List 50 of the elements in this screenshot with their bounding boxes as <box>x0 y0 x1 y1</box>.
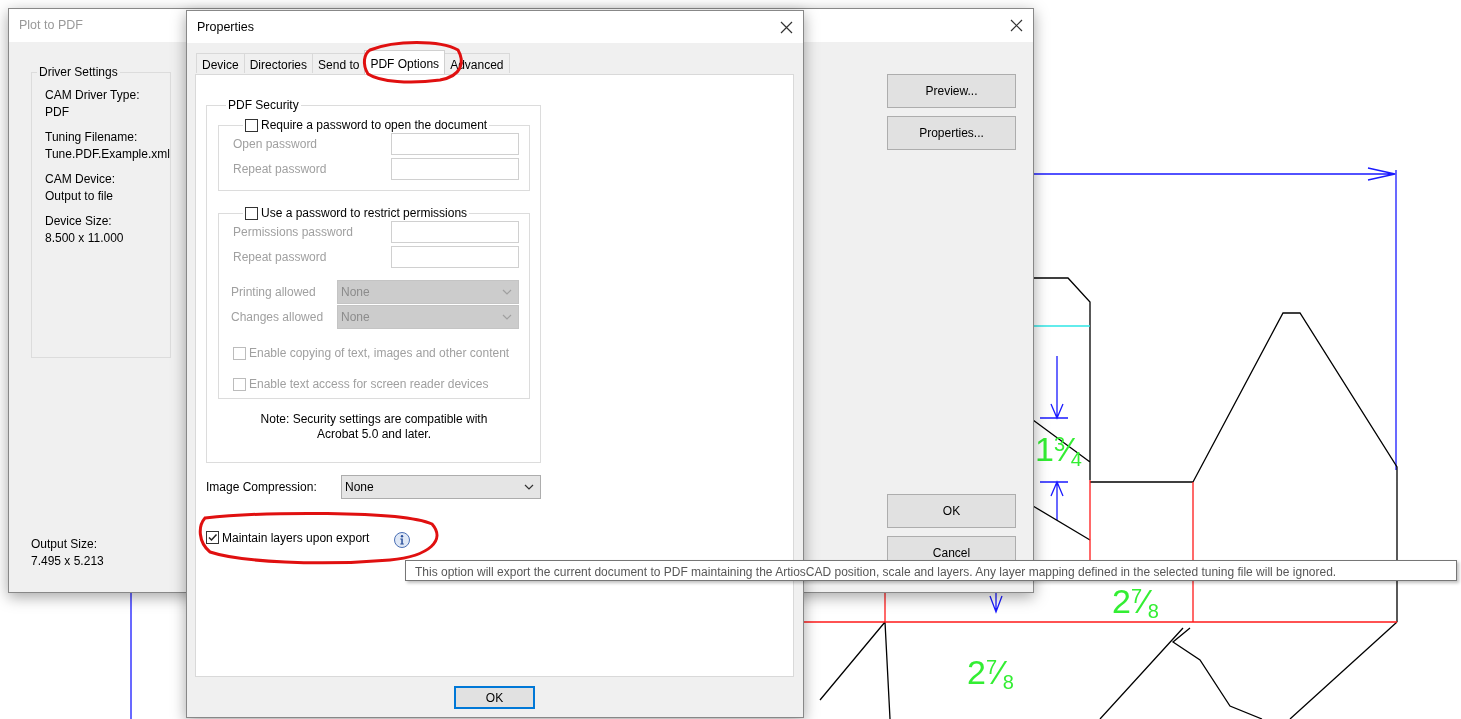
checkbox-label: Enable copying of text, images and other content <box>249 345 510 362</box>
setting-value: Tune.PDF.Example.xml <box>45 146 170 163</box>
ok-button[interactable]: OK <box>454 686 535 709</box>
field-label: Image Compression: <box>206 479 317 496</box>
setting-value: PDF <box>45 104 69 121</box>
output-size-value: 7.495 x 5.213 <box>31 553 104 570</box>
dialog-button[interactable]: Preview... <box>887 74 1016 108</box>
field-label: Permissions password <box>233 224 354 241</box>
password-field[interactable] <box>391 158 519 180</box>
tab[interactable]: PDF Options <box>364 50 446 74</box>
dropdown-label: Changes allowed <box>231 309 324 326</box>
window-title: Plot to PDF <box>19 17 83 35</box>
dialog-button[interactable]: OK <box>887 494 1016 528</box>
chevron-icon <box>502 289 512 295</box>
checkbox-label: Require a password to open the document <box>261 118 488 132</box>
chevron-icon <box>524 484 534 490</box>
info-icon[interactable] <box>393 531 412 549</box>
field-label: Open password <box>233 136 318 153</box>
note-text: Note: Security settings are compatible with Acrobat 5.0 and later. <box>259 412 489 442</box>
dimension-label: 2$^{7}$⁄$_{8}$ <box>1112 584 1159 618</box>
password-field[interactable] <box>391 133 519 155</box>
checkbox-label: Maintain layers upon export <box>222 529 370 547</box>
checkbox-label: Use a password to restrict permissions <box>261 206 468 220</box>
dialog-button[interactable]: Properties... <box>887 116 1016 150</box>
setting-value: Output to file <box>45 188 114 205</box>
setting-label: Tuning Filename: <box>45 129 138 146</box>
setting-label: Device Size: <box>45 213 112 230</box>
field-label: Repeat password <box>233 161 327 178</box>
checkbox[interactable] <box>245 206 258 220</box>
setting-label: CAM Device: <box>45 171 115 188</box>
checkbox[interactable] <box>206 531 219 544</box>
close-icon[interactable] <box>1010 19 1023 32</box>
password-field[interactable] <box>391 246 519 268</box>
checkbox[interactable] <box>245 118 258 132</box>
dropdown-label: Printing allowed <box>231 284 316 301</box>
close-icon[interactable] <box>780 20 793 34</box>
tooltip: This option will export the current document to PDF maintaining the ArtiosCAD position, scale and layers. Any layer mapping defined in the selected tuning file will be ignored. <box>405 560 1457 581</box>
setting-value: 8.500 x 11.000 <box>45 230 124 247</box>
field-label: Repeat password <box>233 249 327 266</box>
dimension-label: 2$^{7}$⁄$_{8}$ <box>967 655 1014 689</box>
group-label: PDF Security <box>227 98 300 112</box>
chevron-icon <box>502 314 512 320</box>
tab[interactable]: Device <box>196 53 245 73</box>
window-title: Properties <box>197 18 254 36</box>
setting-label: CAM Driver Type: <box>45 87 140 104</box>
checkbox-label: Enable text access for screen reader devices <box>249 376 489 393</box>
dropdown[interactable]: None <box>341 475 541 499</box>
output-size-label: Output Size: <box>31 536 98 553</box>
password-field[interactable] <box>391 221 519 243</box>
group-label: Driver Settings <box>38 65 119 79</box>
